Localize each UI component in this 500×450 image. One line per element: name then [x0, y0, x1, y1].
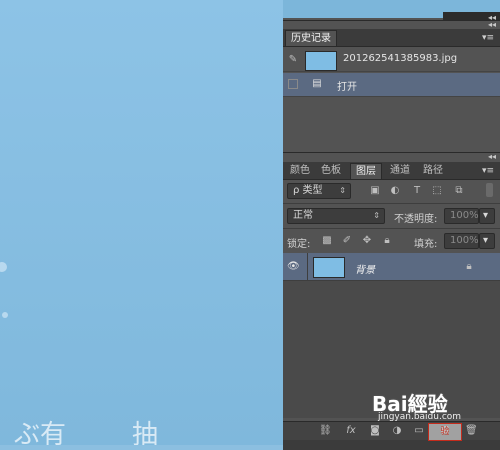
canvas-text-right: 抽: [132, 420, 159, 445]
panel-menu-icon[interactable]: ▾≡: [482, 33, 494, 43]
fill-value: 100%: [450, 235, 479, 246]
history-step-label: 打开: [337, 82, 357, 93]
layer-filter-value: 类型: [302, 185, 323, 196]
canvas-decoration: [2, 312, 8, 318]
history-tabbar: 历史记录 ▾≡: [283, 29, 500, 47]
layers-collapse[interactable]: ◂◂: [443, 151, 500, 161]
mask-icon[interactable]: ◙: [369, 425, 381, 437]
panel-dock: ◂◂ 历史记录 ▾≡ ◂◂ ✎ 201262541385983.jpg ▤ 打开…: [283, 0, 500, 450]
filter-toggle[interactable]: [486, 183, 493, 197]
layers-tabbar: 颜色 色板 图层 通道 路径 ▾≡: [283, 162, 500, 180]
divider: [283, 228, 500, 229]
blend-mode-select[interactable]: 正常 ⇕: [287, 208, 385, 224]
tab-history[interactable]: 历史记录: [285, 30, 337, 46]
opacity-dropdown[interactable]: ▾: [479, 208, 495, 224]
lock-label: 锁定:: [287, 239, 311, 250]
filter-pixel-icon[interactable]: ▣: [369, 185, 381, 197]
filter-type-icon[interactable]: T: [411, 185, 423, 197]
opacity-value: 100%: [450, 210, 479, 221]
stepper-icon: ⇕: [339, 186, 346, 195]
tab-color[interactable]: 颜色: [285, 163, 315, 179]
filter-smart-object-icon[interactable]: ⧉: [453, 185, 465, 197]
layers-footer: ⛓︎ fx ◙ ◑ ▭ ⊞ 🗑︎: [283, 421, 500, 440]
layer-filter-select[interactable]: ρ 类型 ⇕: [287, 183, 351, 199]
layer-row[interactable]: 👁︎ 背景 🔒︎: [283, 253, 500, 281]
snapshot-name: 201262541385983.jpg: [343, 53, 458, 64]
fx-icon[interactable]: fx: [345, 425, 357, 437]
tab-swatches[interactable]: 色板: [316, 163, 346, 179]
fill-dropdown[interactable]: ▾: [479, 233, 495, 249]
filter-shape-icon[interactable]: ⬚: [431, 185, 443, 197]
trash-icon[interactable]: 🗑︎: [465, 425, 478, 437]
blend-mode-value: 正常: [293, 210, 313, 221]
fill-label: 填充:: [414, 239, 438, 250]
lock-position-move-icon[interactable]: ✥: [361, 235, 373, 247]
history-collapse[interactable]: ◂◂: [443, 19, 500, 29]
chevron-down-icon: ▾: [483, 235, 489, 246]
fill-input[interactable]: 100%: [444, 233, 479, 249]
watermark-badge: 验: [428, 423, 462, 441]
divider: [283, 203, 500, 204]
filter-adjustment-icon[interactable]: ◐: [389, 185, 401, 197]
lock-all-icon[interactable]: 🔒︎: [381, 235, 393, 247]
history-panel: 历史记录 ▾≡ ◂◂ ✎ 201262541385983.jpg ▤ 打开: [283, 20, 500, 151]
lock-transparent-icon[interactable]: ▩: [321, 235, 333, 247]
adjustment-layer-icon[interactable]: ◑: [391, 425, 403, 437]
snapshot-thumbnail: [305, 51, 337, 71]
canvas-decoration: [0, 262, 7, 272]
group-folder-icon[interactable]: ▭: [413, 425, 425, 437]
document-icon: ▤: [312, 78, 322, 89]
layer-divider: [307, 253, 308, 281]
history-step-checkbox[interactable]: [288, 79, 298, 89]
opacity-input[interactable]: 100%: [444, 208, 479, 224]
link-icon[interactable]: ⛓︎: [319, 425, 332, 437]
chevron-down-icon: ▾: [483, 210, 489, 221]
search-icon: ρ: [293, 185, 303, 196]
next-panel-tabbar: [283, 440, 500, 450]
panel-menu-icon[interactable]: ▾≡: [482, 166, 494, 176]
history-brush-source-icon[interactable]: ✎: [287, 54, 299, 66]
canvas-text-left: ぶ有: [14, 420, 67, 445]
layer-name: 背景: [355, 265, 375, 276]
lock-image-brush-icon[interactable]: ✐: [341, 235, 353, 247]
opacity-label: 不透明度:: [394, 214, 438, 225]
eye-visibility-icon[interactable]: 👁︎: [287, 261, 300, 273]
history-snapshot-row[interactable]: ✎ 201262541385983.jpg: [283, 48, 500, 72]
tab-paths[interactable]: 路径: [418, 163, 448, 179]
document-canvas[interactable]: ぶ有 抽: [0, 0, 283, 445]
tab-channels[interactable]: 通道: [385, 163, 415, 179]
tab-layers[interactable]: 图层: [350, 163, 382, 179]
baidu-watermark-site: jingyan.baidu.com: [378, 412, 462, 422]
layer-lock-icon: 🔒︎: [466, 261, 472, 272]
stepper-icon: ⇕: [373, 211, 380, 220]
layer-thumbnail: [313, 257, 345, 278]
history-step-row[interactable]: ▤ 打开: [283, 73, 500, 97]
